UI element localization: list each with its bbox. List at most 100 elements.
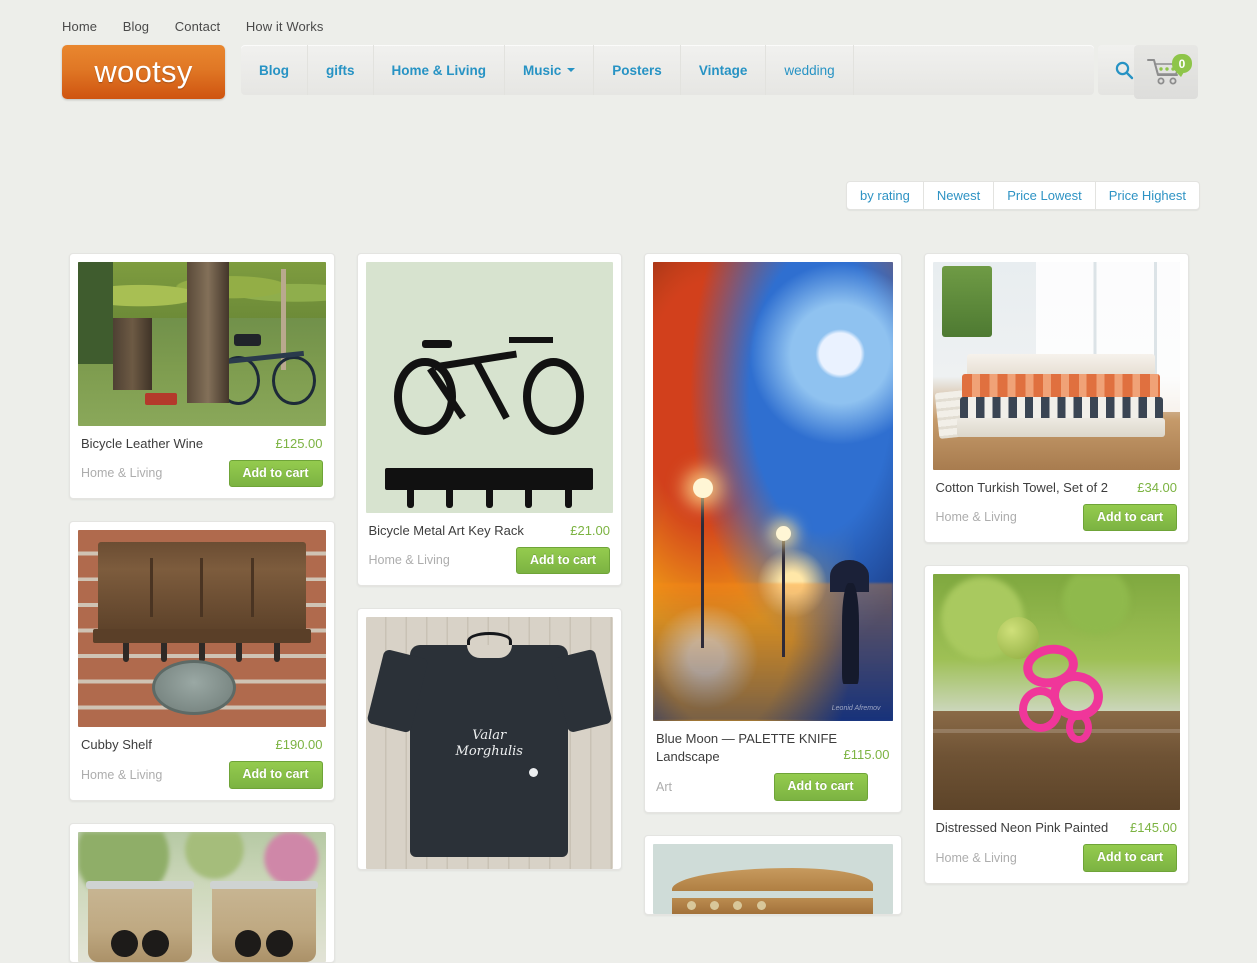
product-price: £145.00 [1130, 820, 1178, 836]
bicycle-leaning-on-tree-in-park-photo [78, 262, 326, 426]
product-card[interactable]: Distressed Neon Pink Painted £145.00 Hom… [923, 565, 1190, 884]
stacked-cotton-turkish-towels-photo [932, 262, 1181, 470]
product-category: Home & Living [935, 850, 1017, 865]
product-category: Home & Living [368, 553, 450, 568]
product-image[interactable] [78, 831, 326, 962]
towel-stack-orange [962, 374, 1161, 400]
add-to-cart-button[interactable]: Add to cart [773, 773, 868, 801]
product-meta: Cotton Turkish Towel, Set of 2 £34.00 Ho… [933, 470, 1181, 542]
product-title: Bicycle Metal Art Key Rack [368, 523, 524, 538]
product-image[interactable]: Valar Morghulis [365, 617, 613, 870]
nav-item-label: Posters [612, 62, 662, 78]
red-leather-wine-carrier [144, 393, 177, 405]
product-price: £34.00 [1137, 480, 1178, 495]
product-category: Home & Living [81, 767, 163, 782]
sort-bar: by rating Newest Price Lowest Price High… [846, 181, 1200, 210]
nav-item-gifts[interactable]: gifts [308, 45, 374, 95]
product-sub-row: Home & Living Add to cart [935, 503, 1178, 532]
sort-option-by-rating[interactable]: by rating [847, 182, 924, 209]
product-card[interactable]: Bicycle Leather Wine £125.00 Home & Livi… [69, 253, 335, 500]
bike-handlebars [509, 336, 553, 343]
site-header: wootsy Blog gifts Home & Living Music Po… [0, 45, 1257, 107]
add-to-cart-button[interactable]: Add to cart [228, 459, 323, 488]
product-sub-row: Art Add to cart [656, 773, 890, 801]
product-title-row: Bicycle Metal Art Key Rack £21.00 [369, 522, 611, 540]
product-price: £115.00 [843, 747, 890, 762]
nav-item-blog[interactable]: Blog [241, 45, 308, 95]
nav-item-label: gifts [326, 62, 355, 78]
key-rack-hooks [390, 487, 588, 508]
product-meta: Bicycle Metal Art Key Rack £21.00 Home &… [366, 513, 614, 585]
product-card-partial[interactable]: Valar Morghulis [356, 608, 622, 871]
towel-stack-navy-chevron [959, 397, 1163, 421]
add-to-cart-button[interactable]: Add to cart [516, 546, 610, 575]
cart-button[interactable]: 0 [1134, 45, 1198, 99]
product-grid: Bicycle Leather Wine £125.00 Home & Livi… [69, 253, 1190, 963]
utility-nav-item-contact[interactable]: Contact [175, 19, 221, 34]
mouse-ears [110, 910, 170, 957]
product-image[interactable] [932, 262, 1181, 470]
bike-down-tube [474, 361, 511, 421]
utility-nav-item-blog[interactable]: Blog [123, 19, 149, 34]
product-price: £125.00 [275, 436, 323, 451]
product-card[interactable]: Cubby Shelf £190.00 Home & Living Add to… [69, 521, 335, 801]
nav-item-label: Home & Living [391, 62, 487, 78]
product-title: Cubby Shelf [81, 737, 152, 753]
product-meta: Distressed Neon Pink Painted £145.00 Hom… [933, 810, 1181, 882]
sort-option-price-lowest[interactable]: Price Lowest [994, 182, 1096, 209]
product-image[interactable] [932, 574, 1181, 811]
sort-option-newest[interactable]: Newest [924, 182, 995, 209]
nav-item-label: wedding [784, 62, 835, 78]
product-category: Home & Living [935, 510, 1017, 525]
towel-stack-bottom [957, 418, 1166, 437]
add-to-cart-button[interactable]: Add to cart [1083, 503, 1178, 532]
product-image[interactable] [78, 530, 326, 728]
nav-item-wedding[interactable]: wedding [766, 45, 854, 95]
shelf-knobs [686, 901, 831, 912]
utility-nav-item-home[interactable]: Home [62, 19, 97, 34]
product-image[interactable]: Leonid Afremov [653, 262, 893, 721]
tshirt-neckline [466, 645, 512, 658]
product-category: Art [656, 779, 672, 794]
cart-wrapper: 0 [1146, 54, 1192, 88]
product-sub-row: Home & Living Add to cart [81, 459, 323, 488]
artist-signature: Leonid Afremov [831, 704, 881, 712]
product-column: Cotton Turkish Towel, Set of 2 £34.00 Ho… [923, 253, 1190, 884]
nav-item-vintage[interactable]: Vintage [681, 45, 767, 95]
planter-pot-left [85, 881, 194, 962]
shelf-hooks [108, 642, 296, 663]
nav-item-music[interactable]: Music [505, 45, 595, 95]
bike-wheel-left [216, 355, 261, 406]
product-image[interactable] [365, 262, 613, 513]
bike-wheel-right [272, 355, 316, 406]
product-column: Bicycle Leather Wine £125.00 Home & Livi… [69, 253, 335, 963]
sort-option-price-highest[interactable]: Price Highest [1096, 182, 1199, 209]
product-card[interactable]: Cotton Turkish Towel, Set of 2 £34.00 Ho… [923, 253, 1190, 544]
product-title: Cotton Turkish Towel, Set of 2 [935, 480, 1108, 495]
product-meta: Cubby Shelf £190.00 Home & Living Add to… [78, 727, 326, 799]
product-column: Leonid Afremov Blue Moon — PALETTE KNIFE… [644, 253, 902, 915]
bike-wheel-right [522, 357, 585, 436]
utility-nav-item-how-it-works[interactable]: How it Works [246, 19, 324, 34]
black-bicycle-silhouette-key-rack-photo [365, 262, 613, 513]
wooden-wall-shelf-photo [653, 843, 893, 914]
navy-graphic-tshirt-on-fence-photo: Valar Morghulis [365, 617, 613, 870]
add-to-cart-button[interactable]: Add to cart [228, 760, 323, 789]
street-lamp [776, 526, 792, 657]
product-sub-row: Home & Living Add to cart [935, 843, 1178, 872]
product-meta: Bicycle Leather Wine £125.00 Home & Livi… [78, 426, 326, 498]
main-nav: Blog gifts Home & Living Music Posters V… [241, 45, 1094, 95]
product-price: £190.00 [275, 737, 323, 753]
site-logo[interactable]: wootsy [62, 45, 225, 99]
product-card-partial[interactable] [69, 822, 335, 963]
bike-seat [421, 339, 452, 348]
product-title: Blue Moon — PALETTE KNIFE Landscape [656, 731, 838, 764]
add-to-cart-button[interactable]: Add to cart [1083, 843, 1178, 872]
nav-item-posters[interactable]: Posters [594, 45, 681, 95]
product-image[interactable] [78, 262, 326, 426]
planter-pot-right [209, 881, 318, 962]
product-card[interactable]: Bicycle Metal Art Key Rack £21.00 Home &… [356, 253, 622, 587]
product-card[interactable]: Leonid Afremov Blue Moon — PALETTE KNIFE… [644, 253, 902, 813]
nav-item-home-and-living[interactable]: Home & Living [374, 45, 506, 95]
product-image[interactable] [653, 843, 893, 914]
